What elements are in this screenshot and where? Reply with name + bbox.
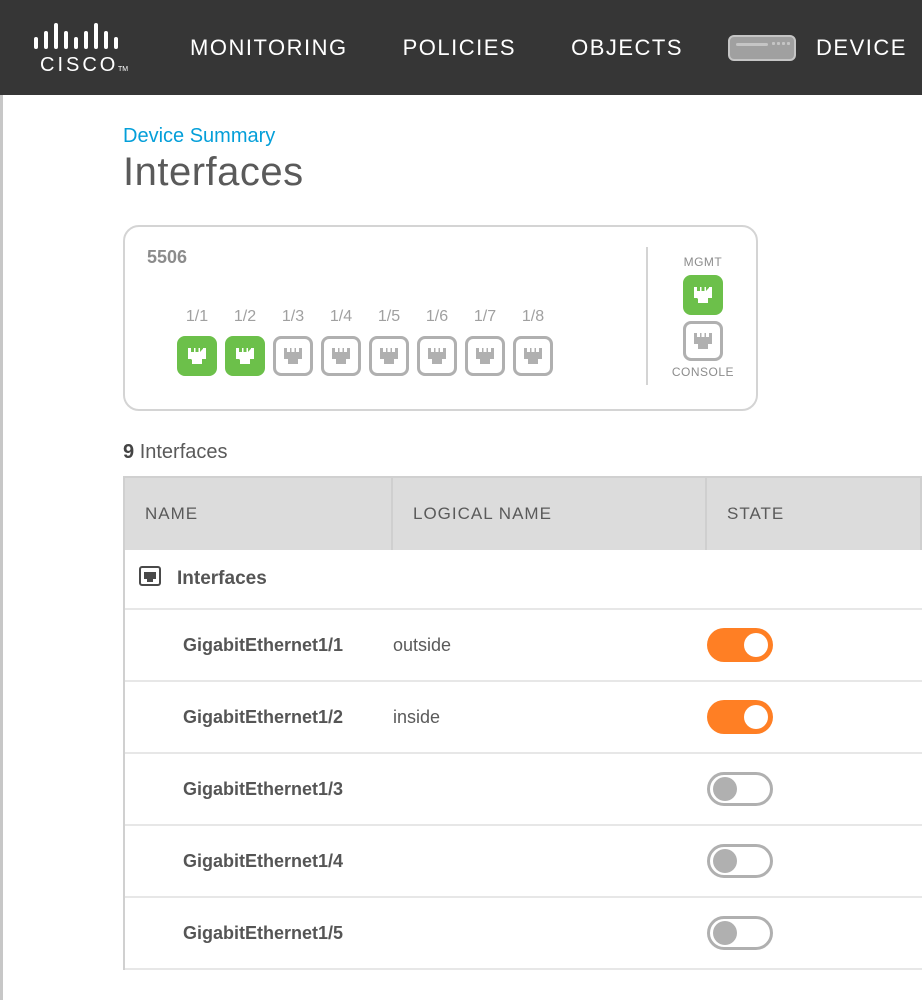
cell-interface-name: GigabitEthernet1/3 (125, 779, 393, 800)
cell-state (707, 772, 922, 806)
ports-row: 1/1 1/2 1/3 1/4 1/5 1/6 1/7 1/ (177, 308, 553, 376)
port-8[interactable] (513, 336, 553, 376)
device-panel-right: MGMT CONSOLE (646, 247, 734, 385)
console-label: CONSOLE (672, 365, 734, 379)
cell-logical-name: outside (393, 635, 707, 656)
port-mgmt[interactable] (683, 275, 723, 315)
table-row[interactable]: GigabitEthernet1/3 (125, 754, 922, 826)
port-label-6: 1/6 (426, 308, 448, 326)
port-1[interactable] (177, 336, 217, 376)
cell-interface-name: GigabitEthernet1/2 (125, 707, 393, 728)
interfaces-count: 9 Interfaces (123, 441, 922, 464)
device-icon (728, 35, 796, 61)
port-label-3: 1/3 (282, 308, 304, 326)
device-model: 5506 (147, 247, 553, 268)
port-4[interactable] (321, 336, 361, 376)
port-label-7: 1/7 (474, 308, 496, 326)
state-toggle[interactable] (707, 700, 773, 734)
svg-text:TM: TM (118, 66, 128, 73)
port-label-5: 1/5 (378, 308, 400, 326)
state-toggle[interactable] (707, 916, 773, 950)
page-body: Device Summary Interfaces 5506 1/1 1/2 1… (0, 95, 922, 1000)
interfaces-count-num: 9 (123, 441, 134, 463)
port-label-1: 1/1 (186, 308, 208, 326)
cell-state (707, 844, 922, 878)
cell-state (707, 916, 922, 950)
port-console[interactable] (683, 321, 723, 361)
mgmt-label: MGMT (672, 255, 734, 269)
table-row[interactable]: GigabitEthernet1/2inside (125, 682, 922, 754)
device-panel-left: 5506 1/1 1/2 1/3 1/4 1/5 1/6 1/7 (147, 247, 553, 385)
table-group-label: Interfaces (177, 568, 267, 590)
state-toggle[interactable] (707, 772, 773, 806)
ethernet-port-icon (139, 566, 161, 592)
nav-items: MONITORING POLICIES OBJECTS (190, 35, 683, 61)
top-nav: CISCO TM MONITORING POLICIES OBJECTS DEV… (0, 0, 922, 95)
cell-state (707, 628, 922, 662)
nav-policies[interactable]: POLICIES (403, 35, 516, 61)
nav-objects[interactable]: OBJECTS (571, 35, 683, 61)
breadcrumb[interactable]: Device Summary (123, 125, 922, 148)
cell-interface-name: GigabitEthernet1/5 (125, 923, 393, 944)
table-group-row[interactable]: Interfaces (125, 550, 922, 610)
cisco-logo: CISCO TM (30, 19, 130, 77)
th-name[interactable]: NAME (125, 478, 393, 550)
th-state[interactable]: STATE (707, 478, 922, 550)
port-3[interactable] (273, 336, 313, 376)
port-7[interactable] (465, 336, 505, 376)
port-label-2: 1/2 (234, 308, 256, 326)
table-row[interactable]: GigabitEthernet1/5 (125, 898, 922, 970)
cell-state (707, 700, 922, 734)
page-title: Interfaces (123, 150, 922, 195)
cell-logical-name: inside (393, 707, 707, 728)
port-label-8: 1/8 (522, 308, 544, 326)
cell-interface-name: GigabitEthernet1/4 (125, 851, 393, 872)
table-row[interactable]: GigabitEthernet1/4 (125, 826, 922, 898)
nav-device[interactable]: DEVICE (816, 35, 907, 61)
port-6[interactable] (417, 336, 457, 376)
nav-device-group[interactable]: DEVICE (728, 35, 907, 61)
svg-text:CISCO: CISCO (40, 54, 118, 76)
port-2[interactable] (225, 336, 265, 376)
th-logical[interactable]: LOGICAL NAME (393, 478, 707, 550)
interfaces-table: NAME LOGICAL NAME STATE Interfaces Gigab… (123, 476, 922, 970)
nav-monitoring[interactable]: MONITORING (190, 35, 348, 61)
cell-interface-name: GigabitEthernet1/1 (125, 635, 393, 656)
device-panel: 5506 1/1 1/2 1/3 1/4 1/5 1/6 1/7 (123, 225, 758, 411)
state-toggle[interactable] (707, 628, 773, 662)
interfaces-count-label: Interfaces (140, 441, 228, 463)
table-header: NAME LOGICAL NAME STATE (125, 478, 922, 550)
table-row[interactable]: GigabitEthernet1/1outside (125, 610, 922, 682)
state-toggle[interactable] (707, 844, 773, 878)
port-5[interactable] (369, 336, 409, 376)
port-label-4: 1/4 (330, 308, 352, 326)
